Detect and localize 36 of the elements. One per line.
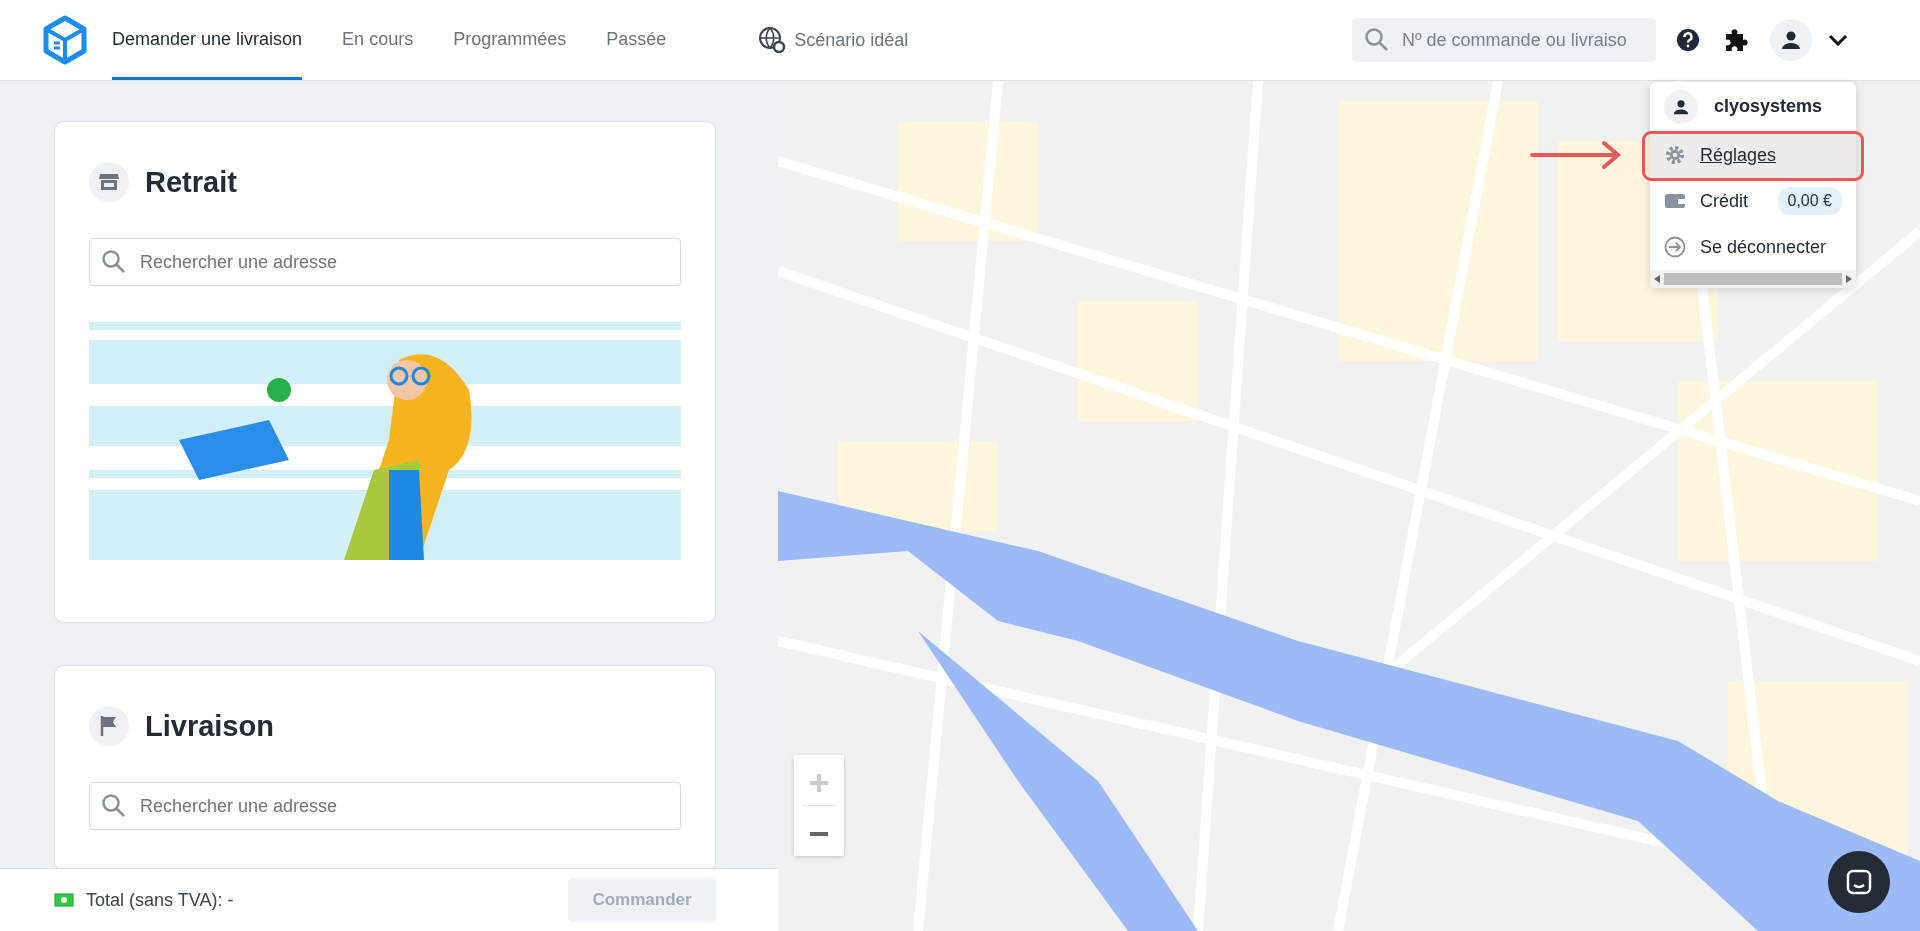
wallet-icon	[1664, 192, 1686, 210]
chat-icon	[1844, 867, 1874, 897]
flag-icon	[89, 706, 129, 746]
card-title: Livraison	[145, 708, 274, 744]
banknote-icon	[54, 893, 74, 907]
menu-item[interactable]: Se déconnecter	[1650, 224, 1856, 270]
zoom-out-button[interactable]	[794, 806, 844, 856]
menu-item[interactable]: Crédit 0,00 €	[1650, 178, 1856, 224]
scroll-left-icon[interactable]	[1654, 275, 1660, 283]
menu-item[interactable]: Réglages	[1650, 132, 1856, 178]
nav-tab[interactable]: En cours	[342, 0, 414, 80]
credit-amount-badge: 0,00 €	[1777, 187, 1842, 215]
logo-icon[interactable]	[42, 15, 88, 65]
nav-tab[interactable]: Passée	[606, 0, 667, 80]
search-field[interactable]: Nº de commande ou livraiso	[1352, 18, 1656, 62]
user-avatar-button[interactable]	[1770, 19, 1812, 61]
total-text: Total (sans TVA): -	[86, 888, 234, 912]
minus-icon	[809, 831, 829, 837]
username-text: clyosystems	[1714, 95, 1823, 118]
address-field[interactable]: Rechercher une adresse	[89, 238, 681, 286]
plus-icon	[809, 773, 829, 793]
user-avatar-icon	[1664, 89, 1698, 124]
store-icon	[89, 162, 129, 202]
globe-gear-icon	[758, 26, 787, 54]
nav-tab[interactable]: Programmées	[453, 0, 567, 80]
chevron-down-icon[interactable]	[1828, 34, 1848, 46]
help-icon[interactable]	[1676, 28, 1700, 52]
address-field[interactable]: Rechercher une adresse	[89, 782, 681, 830]
scrollbar-thumb[interactable]	[1664, 273, 1842, 285]
scroll-right-icon[interactable]	[1846, 275, 1852, 283]
puzzle-icon[interactable]	[1724, 27, 1750, 53]
user-icon	[1781, 30, 1801, 50]
card-title: Retrait	[145, 164, 237, 200]
gear-icon	[1664, 144, 1686, 166]
scenario-link[interactable]: Scénario idéal	[794, 26, 909, 54]
arrow-circle-icon	[1664, 236, 1686, 258]
